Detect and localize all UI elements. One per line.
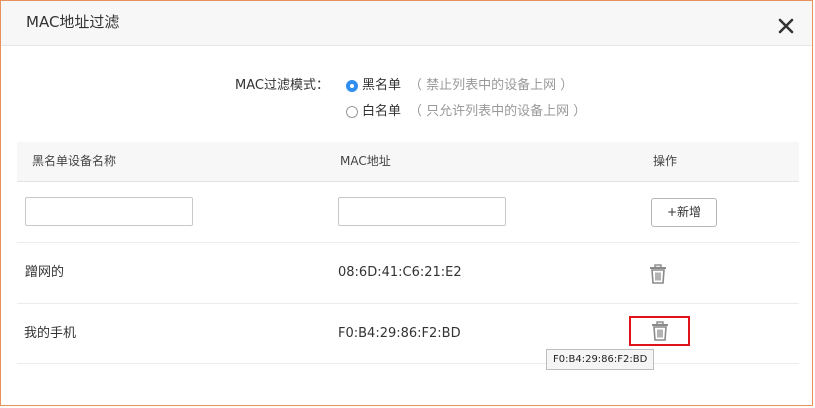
dialog-title: MAC地址过滤 (26, 13, 120, 31)
mac-cell: 08:6D:41:C6:21:E2 (338, 265, 462, 280)
blacklist-label: 黑名单 (362, 78, 402, 93)
delete-highlight-box (629, 316, 690, 346)
mac-cell: F0:B4:29:86:F2:BD (338, 326, 461, 341)
whitelist-radio[interactable] (346, 106, 358, 118)
whitelist-radio-option[interactable]: 白名单 （ 只允许列表中的设备上网 ） (346, 103, 586, 121)
row-divider (17, 242, 799, 243)
column-header-mac: MAC地址 (340, 154, 391, 168)
trash-icon[interactable] (649, 264, 667, 284)
mac-filter-dialog: MAC地址过滤 MAC过滤模式： 黑名单 （ 禁止列表中的设备上网 ） 白名单 … (0, 0, 813, 406)
add-button[interactable]: +新增 (651, 198, 717, 227)
mac-address-input[interactable] (338, 197, 506, 226)
device-name-cell: 我的手机 (24, 326, 77, 341)
close-icon[interactable] (775, 15, 797, 37)
column-header-device-name: 黑名单设备名称 (32, 154, 117, 168)
blacklist-hint: （ 禁止列表中的设备上网 ） (409, 78, 574, 93)
device-name-input[interactable] (25, 197, 193, 226)
table-header: 黑名单设备名称 MAC地址 操作 (17, 142, 799, 182)
mac-tooltip: F0:B4:29:86:F2:BD (546, 349, 655, 370)
row-divider (17, 363, 799, 364)
dialog-titlebar: MAC地址过滤 (1, 1, 812, 46)
whitelist-label: 白名单 (362, 104, 402, 119)
whitelist-hint: （ 只允许列表中的设备上网 ） (409, 104, 587, 119)
blacklist-radio-option[interactable]: 黑名单 （ 禁止列表中的设备上网 ） (346, 77, 573, 95)
device-name-cell: 蹭网的 (25, 265, 65, 280)
blacklist-radio[interactable] (346, 80, 358, 92)
row-divider (17, 303, 799, 304)
filter-mode-label: MAC过滤模式： (235, 78, 329, 93)
column-header-action: 操作 (653, 154, 678, 168)
